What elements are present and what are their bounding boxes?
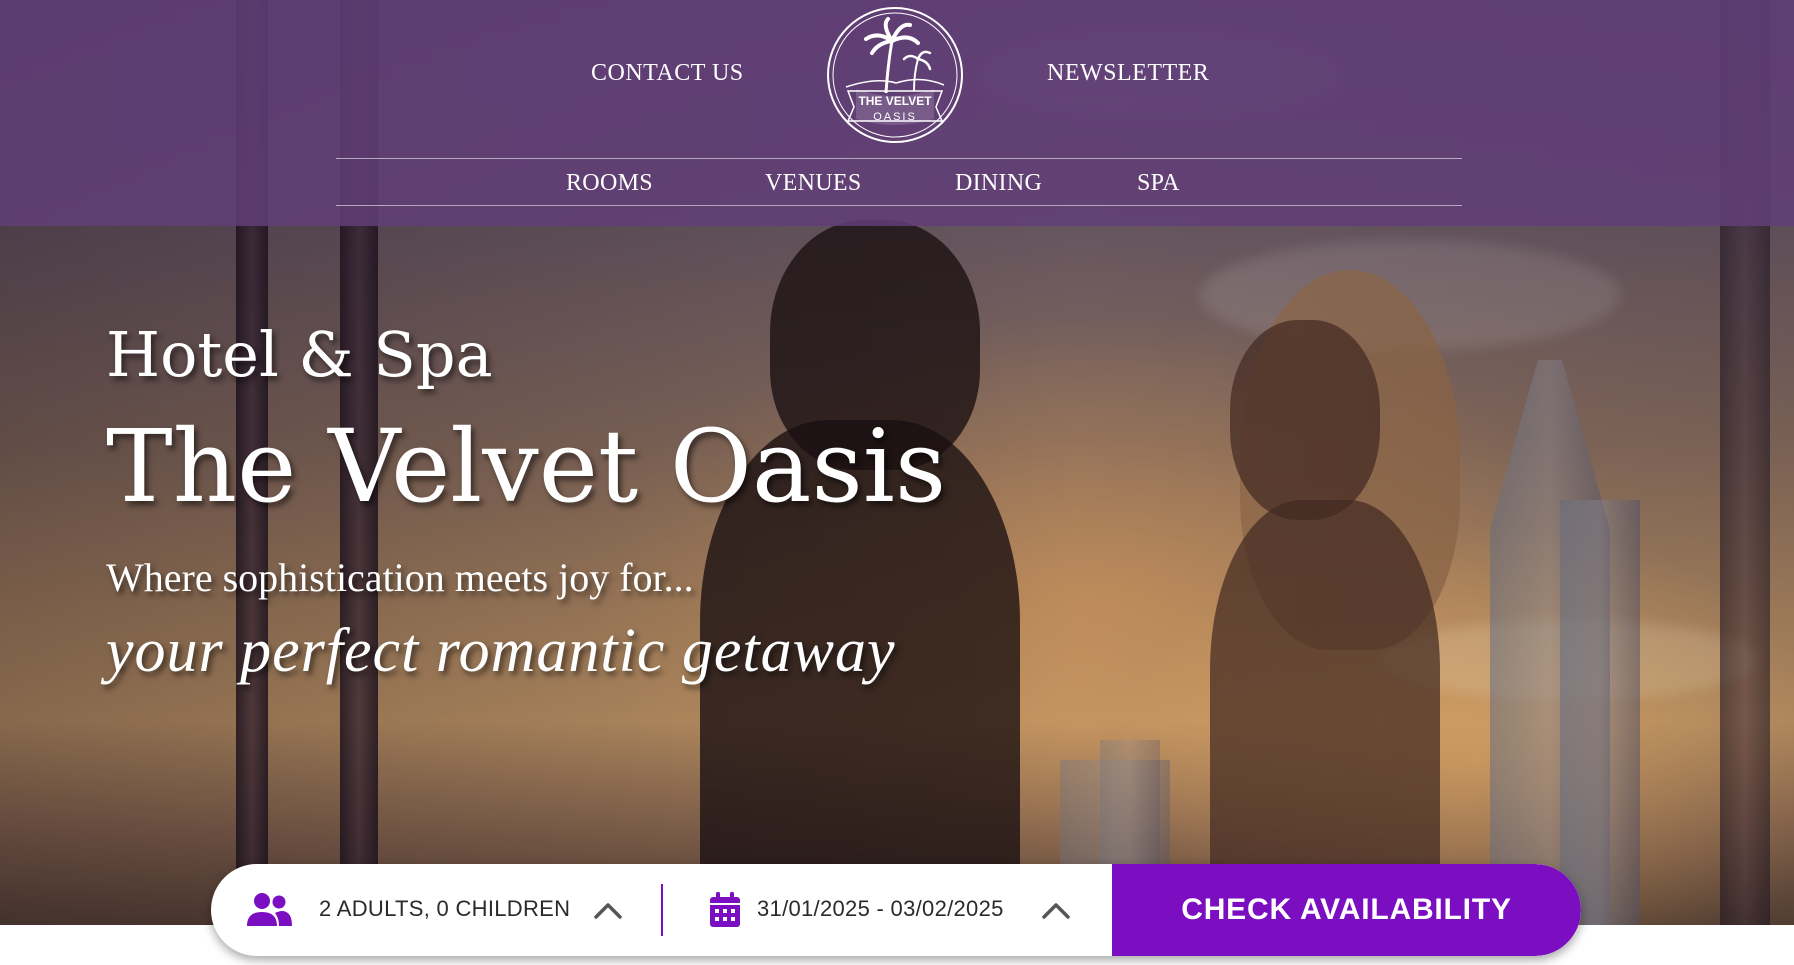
nav-rooms[interactable]: ROOMS — [566, 170, 653, 197]
nav-divider-top — [336, 158, 1462, 159]
contact-us-link[interactable]: CONTACT US — [591, 60, 744, 87]
booking-bar: 2 ADULTS, 0 CHILDREN 31/01/2025 - 03/02/… — [211, 864, 1581, 956]
date-range-selector[interactable]: 31/01/2025 - 03/02/2025 — [663, 864, 1111, 956]
chevron-up-icon[interactable] — [593, 900, 623, 920]
hero-tagline-italic: your perfect romantic getaway — [106, 617, 896, 685]
check-availability-button[interactable]: CHECK AVAILABILITY — [1112, 864, 1581, 956]
svg-text:OASIS: OASIS — [873, 111, 917, 123]
nav-dining[interactable]: DINING — [955, 170, 1042, 197]
hero-tagline: Where sophistication meets joy for... — [106, 555, 694, 600]
newsletter-link[interactable]: NEWSLETTER — [1047, 60, 1209, 87]
people-icon — [247, 893, 292, 926]
svg-text:THE VELVET: THE VELVET — [858, 94, 932, 108]
guests-value: 2 ADULTS, 0 CHILDREN — [319, 896, 571, 921]
site-header: CONTACT US NEWSLETTER THE VELVET OASIS R… — [0, 0, 1794, 226]
calendar-icon — [710, 892, 740, 927]
nav-divider-bottom — [336, 205, 1462, 206]
chevron-up-icon[interactable] — [1041, 900, 1071, 920]
nav-venues[interactable]: VENUES — [765, 170, 861, 197]
nav-spa[interactable]: SPA — [1137, 170, 1180, 197]
hero-eyebrow: Hotel & Spa — [106, 318, 493, 391]
hero-title: The Velvet Oasis — [106, 408, 947, 525]
dates-value: 31/01/2025 - 03/02/2025 — [757, 896, 1004, 921]
guests-selector[interactable]: 2 ADULTS, 0 CHILDREN — [211, 864, 661, 956]
hotel-logo[interactable]: THE VELVET OASIS — [826, 3, 964, 147]
